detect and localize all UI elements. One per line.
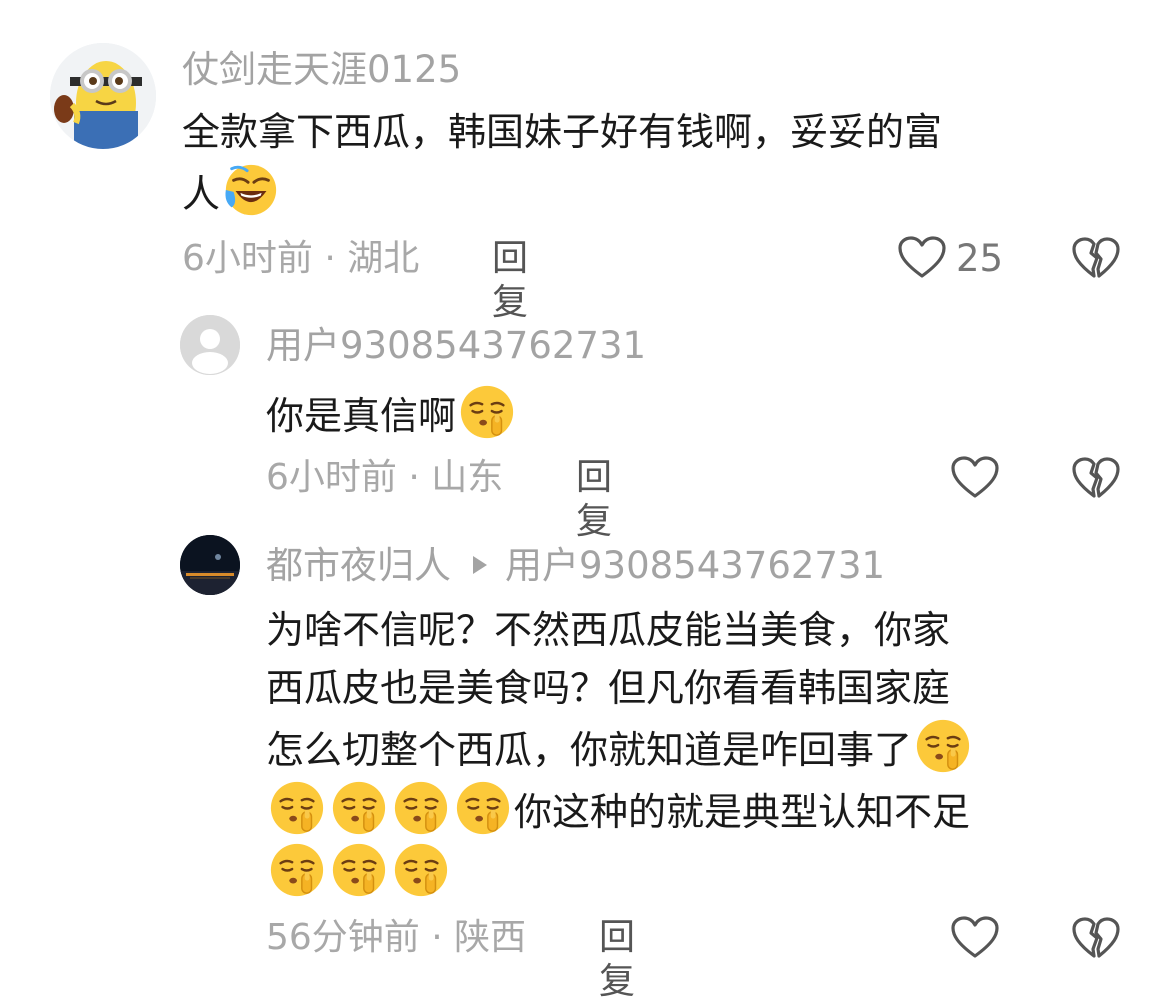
night-city-avatar-icon (180, 535, 240, 595)
default-user-icon (180, 315, 240, 375)
username-line: 都市夜归人 用户9308543762731 (266, 544, 885, 588)
comment-text-line: 全款拿下西瓜，韩国妹子好有钱啊，妥妥的富 (182, 110, 943, 154)
reply-to-username[interactable]: 用户9308543762731 (505, 544, 885, 587)
username[interactable]: 用户9308543762731 (266, 324, 646, 368)
shush-face-icon (392, 841, 450, 899)
time-location: 6小时前 · 山东 (266, 457, 504, 498)
reply-arrow-icon (473, 556, 487, 574)
username[interactable]: 都市夜归人 (266, 544, 451, 587)
broken-heart-icon[interactable] (1072, 456, 1120, 500)
comment-text-line: 西瓜皮也是美食吗？但凡你看看韩国家庭 (266, 666, 951, 710)
comment-text-line: 为啥不信呢？不然西瓜皮能当美食，你家 (266, 608, 951, 652)
comment-text: 为啥不信呢？不然西瓜皮能当美食，你家 西瓜皮也是美食吗？但凡你看看韩国家庭 怎么… (266, 601, 1146, 903)
time-location: 6小时前 · 湖北 (182, 238, 420, 279)
shush-face-icon (268, 841, 326, 899)
shush-face-icon (330, 779, 388, 837)
shush-face-icon (914, 717, 972, 775)
reply-button[interactable]: 回复 (492, 237, 528, 325)
laughing-crying-icon (222, 161, 280, 219)
comment-text-line: 人 (182, 172, 221, 216)
avatar[interactable] (50, 43, 156, 149)
minion-avatar-icon (50, 43, 156, 149)
comment-text-line: 怎么切整个西瓜，你就知道是咋回事了 (266, 728, 913, 772)
comment-text: 你是真信啊 (266, 383, 1136, 445)
heart-icon[interactable] (951, 456, 999, 500)
shush-face-icon (392, 779, 450, 837)
shush-face-icon (268, 779, 326, 837)
username[interactable]: 仗剑走天涯0125 (182, 48, 461, 92)
reply-button[interactable]: 回复 (576, 456, 612, 544)
heart-icon[interactable] (951, 916, 999, 960)
avatar[interactable] (180, 315, 240, 375)
broken-heart-icon[interactable] (1072, 916, 1120, 960)
broken-heart-icon[interactable] (1072, 236, 1120, 280)
comment-text: 全款拿下西瓜，韩国妹子好有钱啊，妥妥的富 人 (182, 103, 1142, 223)
avatar[interactable] (180, 535, 240, 595)
shush-face-icon (454, 779, 512, 837)
comment-text-line: 你这种的就是典型认知不足 (514, 790, 971, 834)
shush-face-icon (458, 383, 516, 441)
comment-text-line: 你是真信啊 (266, 394, 457, 438)
like-button[interactable]: 25 (898, 236, 1003, 280)
heart-icon (898, 236, 946, 280)
time-location: 56分钟前 · 陕西 (266, 917, 527, 958)
shush-face-icon (330, 841, 388, 899)
like-count: 25 (956, 236, 1004, 280)
